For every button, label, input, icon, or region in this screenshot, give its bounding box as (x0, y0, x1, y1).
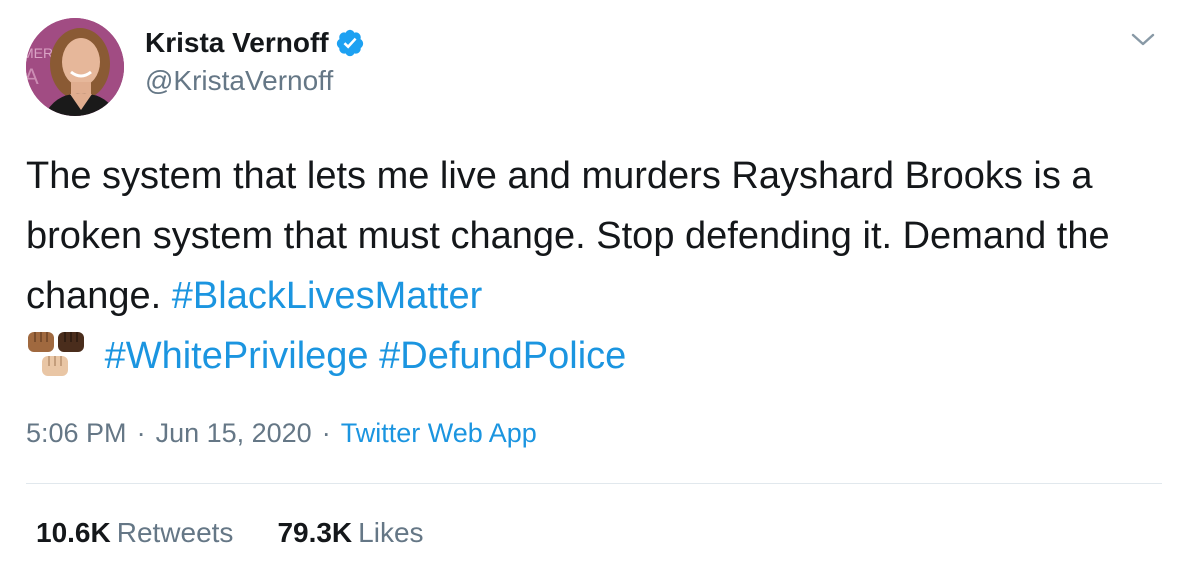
tweet-source-link[interactable]: Twitter Web App (341, 418, 537, 448)
svg-text:MER: MER (26, 45, 53, 61)
verified-badge-icon (335, 28, 365, 58)
author-name-row[interactable]: Krista Vernoff (145, 26, 365, 60)
author-handle[interactable]: @KristaVernoff (145, 64, 333, 98)
hashtag-link[interactable]: #DefundPolice (379, 335, 626, 377)
retweets-count: 10.6K (36, 517, 111, 548)
tweet-card: MER A Krista Vernoff @KristaVernoff The … (0, 0, 1188, 582)
tweet-date[interactable]: Jun 15, 2020 (156, 418, 312, 448)
likes-label: Likes (358, 517, 424, 548)
retweets-label: Retweets (116, 517, 234, 548)
chevron-down-icon[interactable] (1130, 30, 1156, 50)
author-display-name[interactable]: Krista Vernoff (145, 26, 329, 60)
tweet-stats: 10.6K Retweets 79.3K Likes (36, 516, 424, 550)
tweet-meta: 5:06 PM · Jun 15, 2020 · Twitter Web App (26, 416, 537, 450)
hashtag-link[interactable]: #BlackLivesMatter (172, 275, 482, 317)
avatar[interactable]: MER A (26, 18, 124, 116)
raised-fists-emoji (26, 330, 88, 380)
meta-separator: · (321, 418, 331, 448)
retweets-stat[interactable]: 10.6K Retweets (36, 516, 233, 550)
svg-text:A: A (26, 64, 39, 89)
divider (26, 483, 1162, 484)
hashtag-link[interactable]: #WhitePrivilege (105, 335, 369, 377)
likes-count: 79.3K (277, 517, 353, 548)
tweet-text: The system that lets me live and murders… (26, 146, 1146, 386)
likes-stat[interactable]: 79.3K Likes (277, 516, 423, 550)
meta-separator: · (136, 418, 146, 448)
tweet-time[interactable]: 5:06 PM (26, 418, 127, 448)
